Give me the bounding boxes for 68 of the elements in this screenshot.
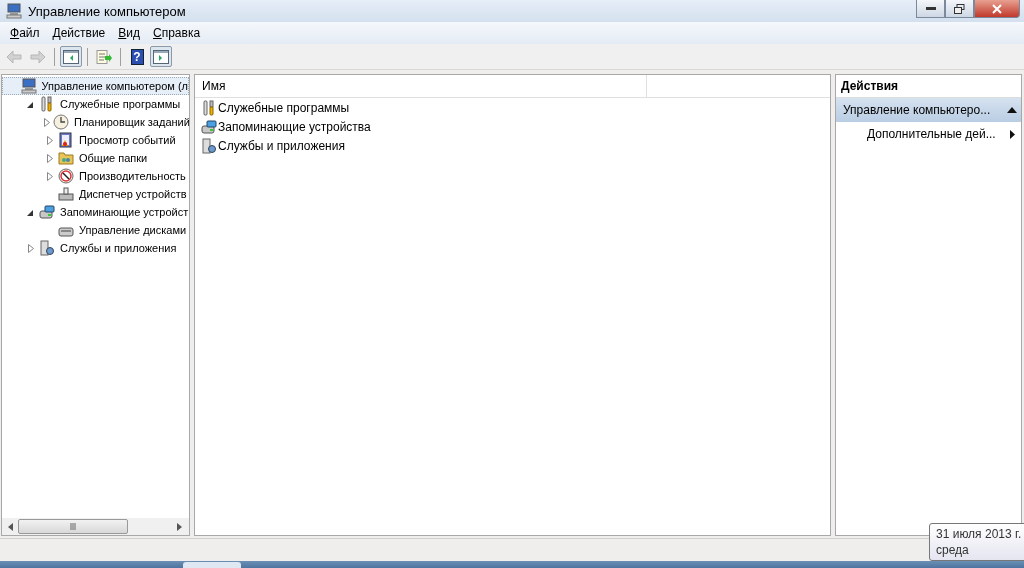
tree-label: Управление дисками [78,224,187,236]
log-icon [58,132,74,148]
tree-item[interactable]: Планировщик заданий [2,113,189,131]
tree-label: Просмотр событий [78,134,176,146]
close-button[interactable] [974,0,1020,18]
clock-icon [53,114,69,130]
restore-icon [954,3,965,14]
list-item[interactable]: Служебные программы [195,98,830,117]
tree-item[interactable]: Просмотр событий [2,131,189,149]
pane-icon [153,49,169,64]
expanded-icon [27,100,34,108]
tree-item[interactable]: Диспетчер устройств [2,185,189,203]
tree-label: Управление компьютером (л [40,80,188,92]
expanded-icon [27,208,34,216]
tools-icon [201,99,217,116]
tree-label: Служебные программы [59,98,181,110]
menu-item[interactable]: Вид [112,26,147,40]
column-header[interactable]: Имя [195,75,647,97]
horizontal-scrollbar[interactable] [2,518,189,535]
toolbar-button[interactable] [60,46,82,67]
storage-icon [39,204,55,220]
menu-item[interactable]: Файл [4,26,47,40]
folder-icon [58,150,74,166]
tree-item[interactable]: Службы и приложения [2,239,189,257]
computer-icon [6,3,22,19]
menu-item[interactable]: Действие [46,26,113,40]
minimize-button[interactable] [916,0,945,18]
tree-label: Общие папки [78,152,148,164]
tree-label: Диспетчер устройств [78,188,187,200]
pane-icon [63,49,79,64]
storage-icon [201,118,217,135]
server-icon [201,137,217,154]
collapsed-icon [27,243,34,253]
tools-icon [39,96,55,112]
export-list-icon [96,49,112,64]
toolbar-button[interactable] [150,46,172,67]
tree-item[interactable]: Управление дисками [2,221,189,239]
tree-item[interactable]: Запоминающие устройст [2,203,189,221]
tooltip-line: среда [936,542,970,558]
forward-arrow-icon [30,49,46,64]
grip-icon [69,523,77,530]
tree-label: Планировщик заданий [73,116,189,128]
list-item[interactable]: Запоминающие устройства [195,117,830,136]
tree-item[interactable]: Производительность [2,167,189,185]
window-title: Управление компьютером [28,3,187,19]
actions-section-header[interactable]: Управление компьютеро... [836,98,1021,122]
scroll-left-icon[interactable] [8,522,14,531]
tree-item[interactable]: Управление компьютером (л [2,77,189,95]
tree-label: Службы и приложения [59,242,177,254]
server-icon [39,240,55,256]
back-arrow-icon [6,49,22,64]
computer-icon [20,78,37,94]
tree-item[interactable]: Служебные программы [2,95,189,113]
submenu-arrow-icon [1010,129,1015,139]
tree-item[interactable]: Общие папки [2,149,189,167]
tree-label: Запоминающие устройст [59,206,189,218]
tooltip-line: 31 июля 2013 г. [936,526,1022,542]
scroll-thumb[interactable] [18,519,128,534]
restore-button[interactable] [945,0,974,18]
tree-label: Производительность [78,170,186,182]
scroll-right-icon[interactable] [177,522,183,531]
action-item[interactable]: Дополнительные дей... [836,122,1021,146]
close-icon [992,3,1002,14]
device-icon [58,186,74,202]
collapse-icon [1007,107,1017,113]
list-item[interactable]: Службы и приложения [195,136,830,155]
minimize-icon [925,6,936,11]
menu-item[interactable]: Справка [147,26,208,40]
